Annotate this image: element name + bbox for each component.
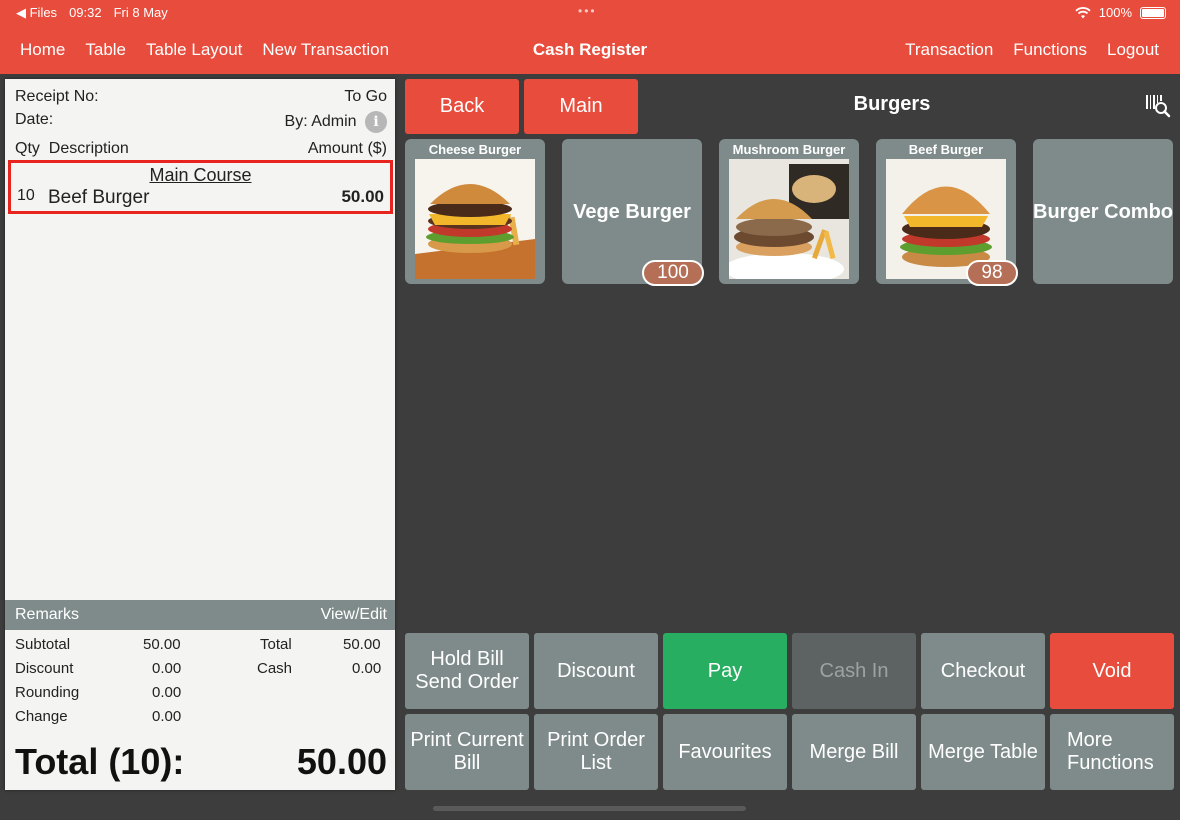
nav-table-layout[interactable]: Table Layout: [146, 40, 242, 60]
more-line1: More: [1067, 729, 1113, 751]
change-value: 0.00: [152, 708, 182, 725]
order-type[interactable]: To Go: [344, 88, 387, 106]
more-line2: Functions: [1067, 752, 1154, 774]
cashier-name: By: Admin: [284, 113, 357, 131]
void-button[interactable]: Void: [1050, 633, 1174, 709]
print-order-list-button[interactable]: Print Order List: [534, 714, 658, 790]
mushroom-burger-image: [729, 159, 849, 279]
print-bill-line2: Bill: [453, 752, 481, 774]
merge-table-button[interactable]: Merge Table: [921, 714, 1045, 790]
print-order-line1: Print Order: [547, 729, 645, 751]
col-qty: Qty: [15, 140, 40, 157]
product-name: Burger Combo: [1033, 201, 1173, 223]
status-bar: ◀ Files 09:32 Fri 8 May ••• 100%: [0, 0, 1180, 24]
checkout-button[interactable]: Checkout: [921, 633, 1045, 709]
cash-value: 0.00: [352, 660, 382, 677]
barcode-search-icon[interactable]: [1144, 93, 1172, 119]
cash-in-button[interactable]: Cash In: [792, 633, 916, 709]
category-title: Burgers: [853, 93, 931, 115]
product-name: Beef Burger: [908, 142, 984, 157]
nav-new-transaction[interactable]: New Transaction: [262, 40, 389, 60]
remarks-label: Remarks: [15, 606, 80, 623]
top-nav-bar: Home Table Table Layout New Transaction …: [0, 24, 1180, 74]
pay-button[interactable]: Pay: [663, 633, 787, 709]
status-time: 09:32: [69, 5, 102, 20]
total-label: Total: [260, 636, 292, 653]
grand-total-value: 50.00: [296, 741, 387, 782]
product-tile-burger-combo[interactable]: Burger Combo: [1033, 139, 1173, 284]
stock-badge: 98: [966, 260, 1018, 286]
main-button[interactable]: Main: [524, 79, 638, 134]
rounding-value: 0.00: [152, 684, 182, 701]
product-name: Mushroom Burger: [732, 142, 846, 157]
home-indicator[interactable]: [433, 806, 746, 811]
back-button[interactable]: Back: [405, 79, 519, 134]
view-edit-remarks-button[interactable]: View/Edit: [321, 606, 387, 624]
nav-logout[interactable]: Logout: [1107, 40, 1159, 60]
discount-label: Discount: [15, 660, 74, 677]
battery-percent: 100%: [1098, 5, 1132, 20]
stock-badge: 100: [642, 260, 704, 286]
product-tile-cheese-burger[interactable]: Cheese Burger: [405, 139, 545, 284]
hold-bill-line2: Send Order: [415, 671, 519, 693]
grand-total-label: Total (10):: [15, 741, 185, 782]
date-label: Date:: [15, 111, 54, 128]
hold-bill-line1: Hold Bill: [430, 648, 504, 670]
discount-button[interactable]: Discount: [534, 633, 658, 709]
wifi-icon: [1075, 6, 1091, 18]
product-tile-vege-burger[interactable]: Vege Burger 100: [562, 139, 704, 286]
print-current-bill-button[interactable]: Print Current Bill: [405, 714, 529, 790]
nav-home[interactable]: Home: [20, 40, 65, 60]
col-description: Description: [48, 140, 129, 157]
nav-functions[interactable]: Functions: [1013, 40, 1087, 60]
nav-table[interactable]: Table: [85, 40, 126, 60]
remarks-bar: Remarks View/Edit: [5, 600, 395, 630]
col-amount: Amount ($): [307, 140, 387, 157]
product-name: Cheese Burger: [428, 142, 522, 157]
favourites-button[interactable]: Favourites: [663, 714, 787, 790]
item-amount: 50.00: [341, 187, 384, 206]
cheese-burger-image: [415, 159, 535, 279]
subtotal-label: Subtotal: [15, 636, 71, 653]
receipt-no-label: Receipt No:: [15, 88, 99, 105]
product-tile-beef-burger[interactable]: Beef Burger 98: [876, 139, 1018, 286]
nav-transaction[interactable]: Transaction: [905, 40, 993, 60]
status-date: Fri 8 May: [113, 5, 168, 20]
rounding-label: Rounding: [15, 684, 80, 701]
receipt-item-row[interactable]: Main Course 10 Beef Burger 50.00: [8, 160, 393, 214]
product-name: Vege Burger: [573, 201, 691, 223]
cash-label: Cash: [257, 660, 293, 677]
item-qty: 10: [17, 187, 35, 204]
subtotal-value: 50.00: [143, 636, 181, 653]
change-label: Change: [15, 708, 68, 725]
discount-value: 0.00: [152, 660, 182, 677]
hold-bill-send-order-button[interactable]: Hold Bill Send Order: [405, 633, 529, 709]
more-functions-button[interactable]: More Functions: [1050, 714, 1174, 790]
info-icon[interactable]: i: [365, 111, 387, 133]
total-value: 50.00: [343, 636, 381, 653]
item-description: Beef Burger: [48, 187, 150, 208]
receipt-panel: Receipt No: To Go Date: By: Admin i Qty …: [5, 79, 395, 790]
print-bill-line1: Print Current: [410, 729, 524, 751]
multitask-dots-icon[interactable]: •••: [578, 4, 597, 18]
battery-icon: [1140, 6, 1166, 19]
merge-bill-button[interactable]: Merge Bill: [792, 714, 916, 790]
print-order-line2: List: [580, 752, 612, 774]
item-category: Main Course: [149, 165, 252, 185]
product-tile-mushroom-burger[interactable]: Mushroom Burger: [719, 139, 859, 284]
back-to-files-link[interactable]: ◀ Files: [16, 5, 57, 21]
